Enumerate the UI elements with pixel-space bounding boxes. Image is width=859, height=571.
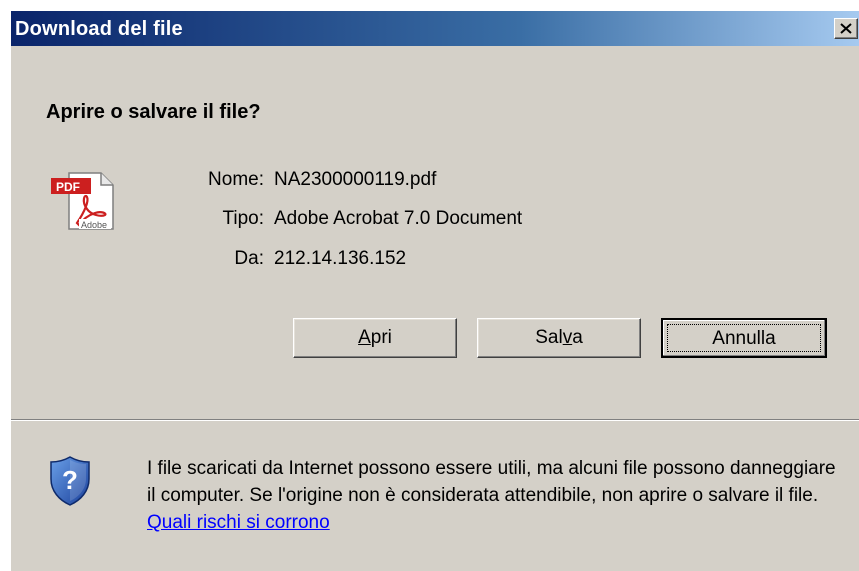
- file-name-value: NA2300000119.pdf: [274, 169, 437, 190]
- divider: [11, 419, 859, 421]
- security-warning: I file scaricati da Internet possono ess…: [147, 455, 847, 536]
- file-source-label: Da:: [234, 248, 264, 269]
- open-button-label: Apri: [358, 327, 392, 348]
- close-icon: [840, 23, 852, 34]
- file-type-value: Adobe Acrobat 7.0 Document: [274, 208, 523, 229]
- file-name-row: Nome: NA2300000119.pdf: [11, 169, 859, 193]
- file-type-label: Tipo:: [222, 208, 264, 229]
- risks-link[interactable]: Quali rischi si corrono: [147, 512, 330, 533]
- shield-question-icon: ?: [50, 456, 90, 506]
- dialog-heading: Aprire o salvare il file?: [46, 101, 261, 123]
- cancel-button[interactable]: Annulla: [661, 318, 827, 358]
- close-button[interactable]: [834, 18, 858, 39]
- window-title: Download del file: [15, 18, 183, 40]
- file-type-row: Tipo: Adobe Acrobat 7.0 Document: [11, 208, 859, 232]
- title-bar[interactable]: Download del file: [11, 11, 859, 46]
- file-source-row: Da: 212.14.136.152: [11, 248, 859, 272]
- warning-text: I file scaricati da Internet possono ess…: [147, 458, 836, 506]
- file-name-label: Nome:: [208, 169, 264, 190]
- cancel-button-label: Annulla: [712, 328, 776, 349]
- open-button[interactable]: Apri: [293, 318, 457, 358]
- save-button[interactable]: Salva: [477, 318, 641, 358]
- download-dialog: Download del file Aprire o salvare il fi…: [10, 10, 859, 571]
- file-source-value: 212.14.136.152: [274, 248, 407, 269]
- svg-text:?: ?: [62, 465, 78, 495]
- save-button-label: Salva: [535, 327, 583, 348]
